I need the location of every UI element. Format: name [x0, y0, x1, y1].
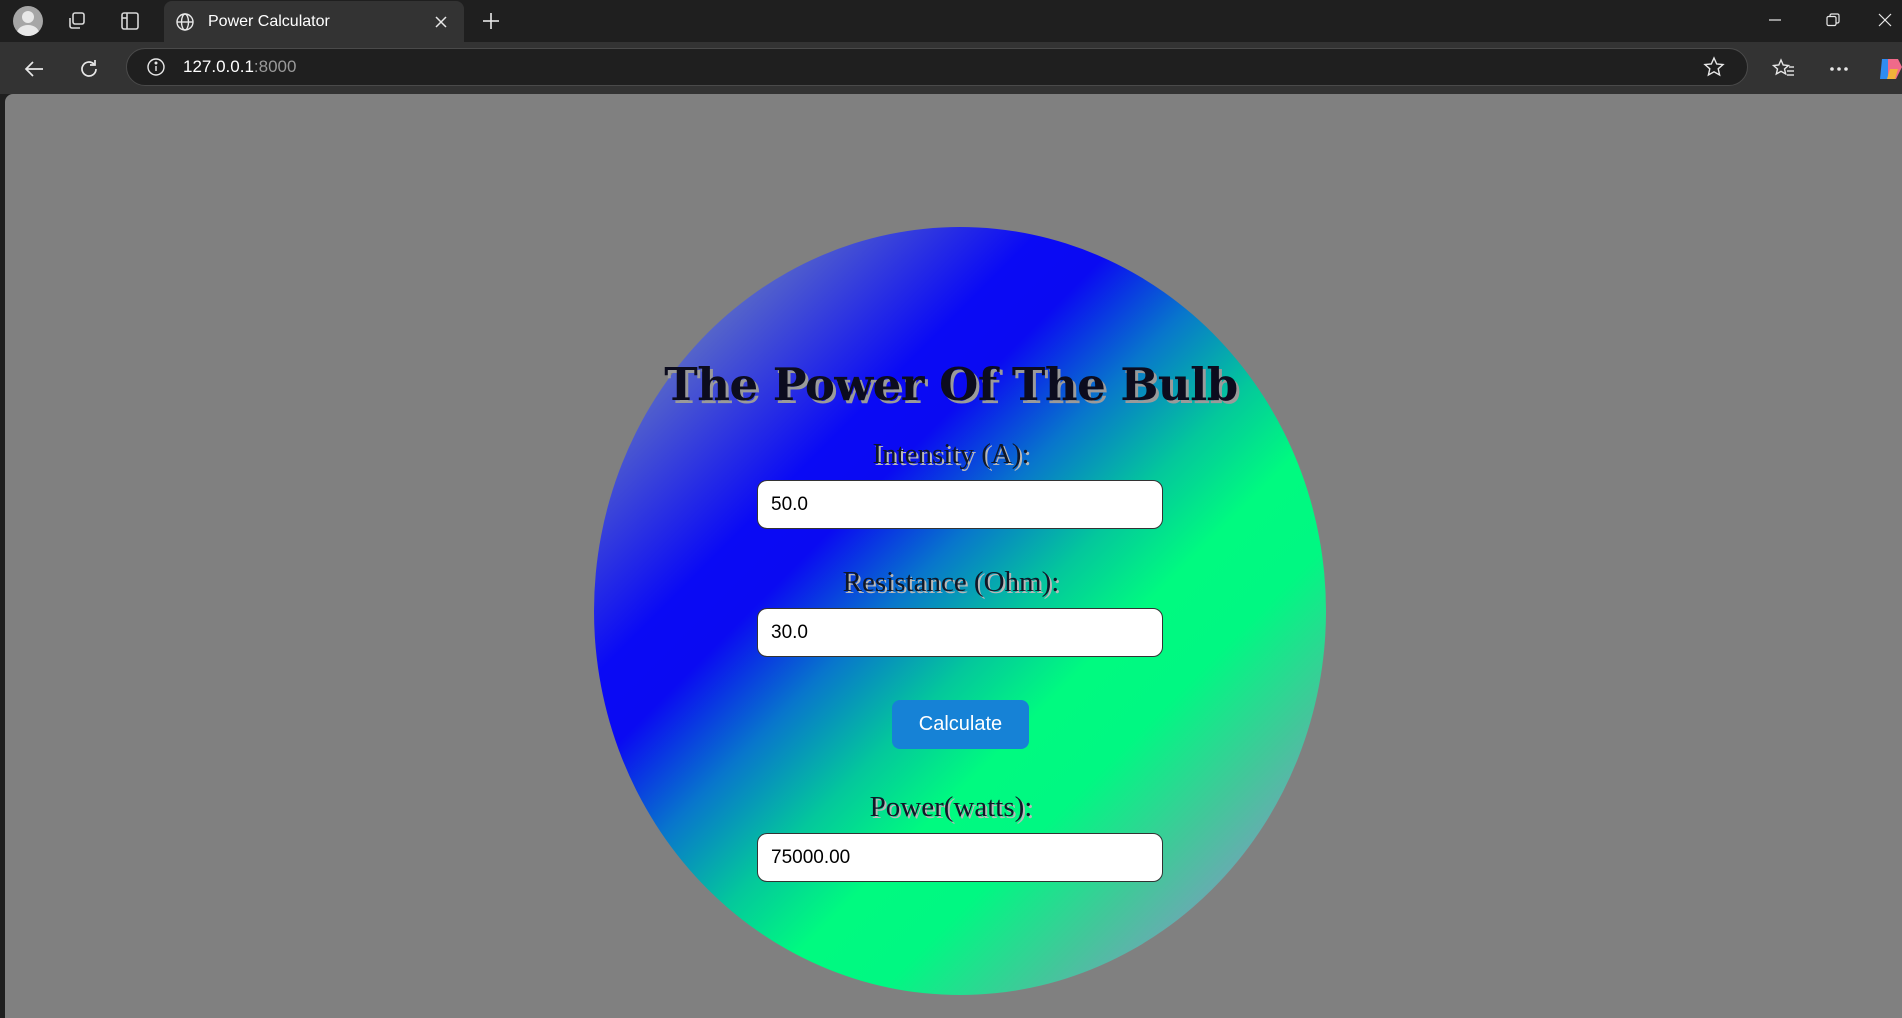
favorites-list-icon[interactable]	[1768, 53, 1800, 85]
url-port: :8000	[253, 57, 297, 76]
vertical-tabs-icon[interactable]	[115, 6, 145, 36]
address-bar[interactable]: 127.0.0.1:8000	[126, 48, 1748, 86]
page-title: The Power Of The Bulb	[664, 358, 1238, 411]
profile-avatar-icon[interactable]	[13, 6, 43, 36]
intensity-label: Intensity (A):	[872, 438, 1030, 470]
resistance-label: Resistance (Ohm):	[842, 566, 1060, 598]
resistance-input[interactable]	[757, 608, 1163, 657]
browser-window: Power Calculator 127.0.0.1:8000 The Powe…	[0, 0, 1902, 1018]
restore-button[interactable]	[1810, 2, 1856, 38]
browser-toolbar: 127.0.0.1:8000	[0, 42, 1902, 94]
new-tab-button[interactable]	[476, 6, 506, 36]
back-arrow-icon[interactable]	[18, 53, 50, 85]
reload-icon[interactable]	[73, 53, 105, 85]
intensity-input[interactable]	[757, 480, 1163, 529]
power-output[interactable]	[757, 833, 1163, 882]
url-host: 127.0.0.1	[183, 57, 254, 76]
workspaces-icon[interactable]	[62, 6, 92, 36]
favorite-star-icon[interactable]	[1699, 52, 1729, 82]
tab-title: Power Calculator	[208, 12, 330, 30]
site-info-icon[interactable]	[145, 56, 167, 78]
copilot-icon[interactable]	[1874, 53, 1902, 85]
minimize-button[interactable]	[1752, 2, 1798, 38]
url-text: 127.0.0.1:8000	[183, 57, 1699, 77]
globe-icon	[174, 11, 196, 33]
tab-strip: Power Calculator	[0, 0, 1902, 42]
close-window-button[interactable]	[1862, 2, 1902, 38]
more-options-icon[interactable]	[1823, 53, 1855, 85]
calculate-button[interactable]: Calculate	[892, 700, 1029, 749]
tab-power-calculator[interactable]: Power Calculator	[164, 1, 464, 42]
close-tab-icon[interactable]	[428, 9, 454, 35]
power-label: Power(watts):	[869, 791, 1033, 823]
